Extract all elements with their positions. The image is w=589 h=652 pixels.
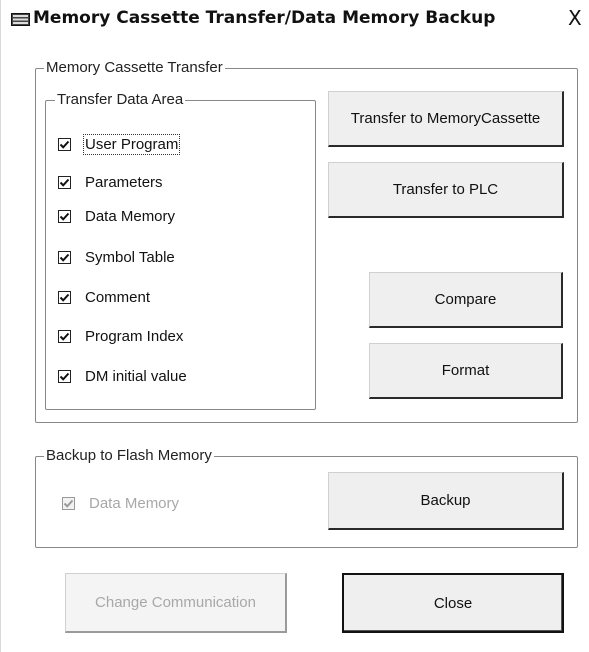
checkbox-comment[interactable]: Comment: [58, 286, 150, 308]
checkbox-box[interactable]: [62, 496, 75, 510]
checkbox-parameters[interactable]: Parameters: [58, 171, 163, 193]
checkbox-label: Symbol Table: [85, 248, 175, 266]
checkbox-label: DM initial value: [85, 367, 187, 385]
backup-flash-memory-legend: Backup to Flash Memory: [44, 447, 214, 465]
window-title: Memory Cassette Transfer/Data Memory Bac…: [33, 8, 496, 28]
checkbox-box[interactable]: [58, 250, 71, 264]
memory-cassette-icon: [11, 12, 30, 27]
checkbox-box[interactable]: [58, 209, 71, 223]
checkbox-box[interactable]: [58, 175, 71, 189]
transfer-to-plc-button[interactable]: Transfer to PLC: [328, 162, 564, 218]
checkbox-label: User Program: [82, 133, 181, 155]
checkbox-dm-initial-value[interactable]: DM initial value: [58, 365, 187, 387]
checkbox-box[interactable]: [58, 369, 71, 383]
compare-button[interactable]: Compare: [369, 272, 563, 328]
checkbox-program-index[interactable]: Program Index: [58, 325, 183, 347]
format-button[interactable]: Format: [369, 343, 563, 399]
checkbox-backup-data-memory[interactable]: Data Memory: [62, 492, 179, 514]
checkbox-label: Comment: [85, 288, 151, 306]
transfer-data-area-legend: Transfer Data Area: [55, 91, 186, 109]
checkbox-label: Program Index: [85, 327, 184, 345]
transfer-to-cassette-button[interactable]: Transfer to MemoryCassette: [328, 91, 564, 147]
change-communication-button[interactable]: Change Communication: [65, 573, 287, 633]
checkbox-data-memory[interactable]: Data Memory: [58, 205, 175, 227]
checkbox-symbol-table[interactable]: Symbol Table: [58, 246, 175, 268]
memory-cassette-transfer-legend: Memory Cassette Transfer: [44, 59, 225, 77]
dialog-window: Memory Cassette Transfer/Data Memory Bac…: [0, 0, 589, 652]
checkbox-box[interactable]: [58, 290, 71, 304]
checkbox-box[interactable]: [58, 329, 71, 343]
checkbox-label: Parameters: [85, 173, 163, 191]
checkbox-label: Data Memory: [89, 494, 180, 512]
checkbox-box[interactable]: [58, 137, 71, 151]
close-button[interactable]: Close: [342, 573, 564, 633]
checkbox-user-program[interactable]: User Program: [58, 133, 181, 155]
backup-button[interactable]: Backup: [328, 472, 564, 530]
checkbox-label: Data Memory: [85, 207, 176, 225]
close-icon[interactable]: X: [568, 6, 582, 30]
title-bar[interactable]: Memory Cassette Transfer/Data Memory Bac…: [1, 0, 589, 40]
